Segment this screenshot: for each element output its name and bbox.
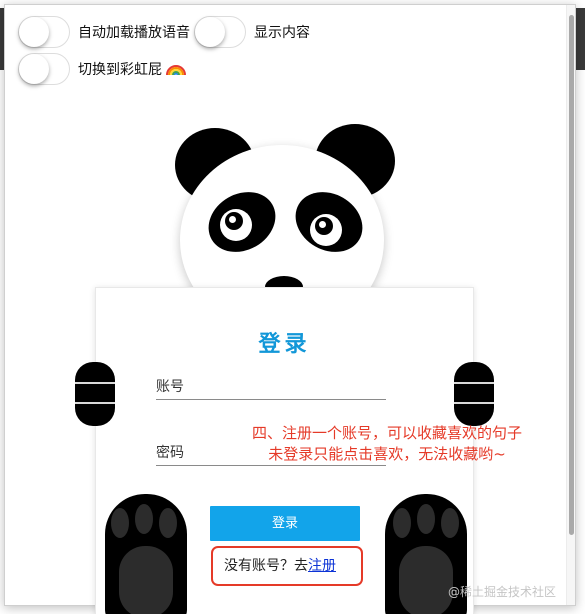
panda-left-eye-glint [229,216,236,223]
watermark: @稀土掘金技术社区 [448,585,557,599]
annotation-line-2: 未登录只能点击喜欢，无法收藏哟~ [268,445,506,463]
rainbow-mode-toggle[interactable] [18,53,70,85]
annotation-highlight-box [211,546,363,586]
panda-right-hand [454,362,494,426]
toggle-knob [19,17,49,47]
hand-finger-line [454,402,494,404]
paw-toe [393,508,411,538]
settings-row-1: 自动加载播放语音 显示内容 [18,16,314,48]
autoplay-voice-toggle[interactable] [18,16,70,48]
scrollbar[interactable] [566,5,575,605]
hand-finger-line [75,402,115,404]
paw-toe [159,508,177,538]
paw-pad [399,546,453,614]
show-content-toggle[interactable] [194,16,246,48]
paw-toe [417,504,435,534]
paw-pad [119,546,173,614]
paw-toe [135,504,153,534]
hand-finger-line [75,382,115,384]
username-field[interactable]: 账号 [156,372,386,400]
login-button[interactable]: 登录 [210,506,360,541]
show-content-label: 显示内容 [254,25,310,41]
toggle-knob [19,54,49,84]
login-title: 登录 [258,332,311,357]
password-label: 密码 [156,445,184,461]
toggle-knob [195,17,225,47]
scrollbar-thumb[interactable] [569,15,574,535]
panda-left-hand [75,362,115,426]
settings-row-2: 切换到彩虹屁 [18,53,186,85]
panda-right-eye-glint [319,221,326,228]
username-label: 账号 [156,379,184,395]
hand-finger-line [454,382,494,384]
annotation-line-1: 四、注册一个账号，可以收藏喜欢的句子 [251,424,522,442]
tutorial-annotation: 四、注册一个账号，可以收藏喜欢的句子 未登录只能点击喜欢，无法收藏哟~ [217,423,557,465]
paw-toe [441,508,459,538]
rainbow-mode-label: 切换到彩虹屁 [78,62,162,78]
autoplay-voice-label: 自动加载播放语音 [78,25,190,41]
rainbow-icon [166,65,186,75]
paw-toe [111,508,129,538]
panda-left-paw [105,494,187,614]
